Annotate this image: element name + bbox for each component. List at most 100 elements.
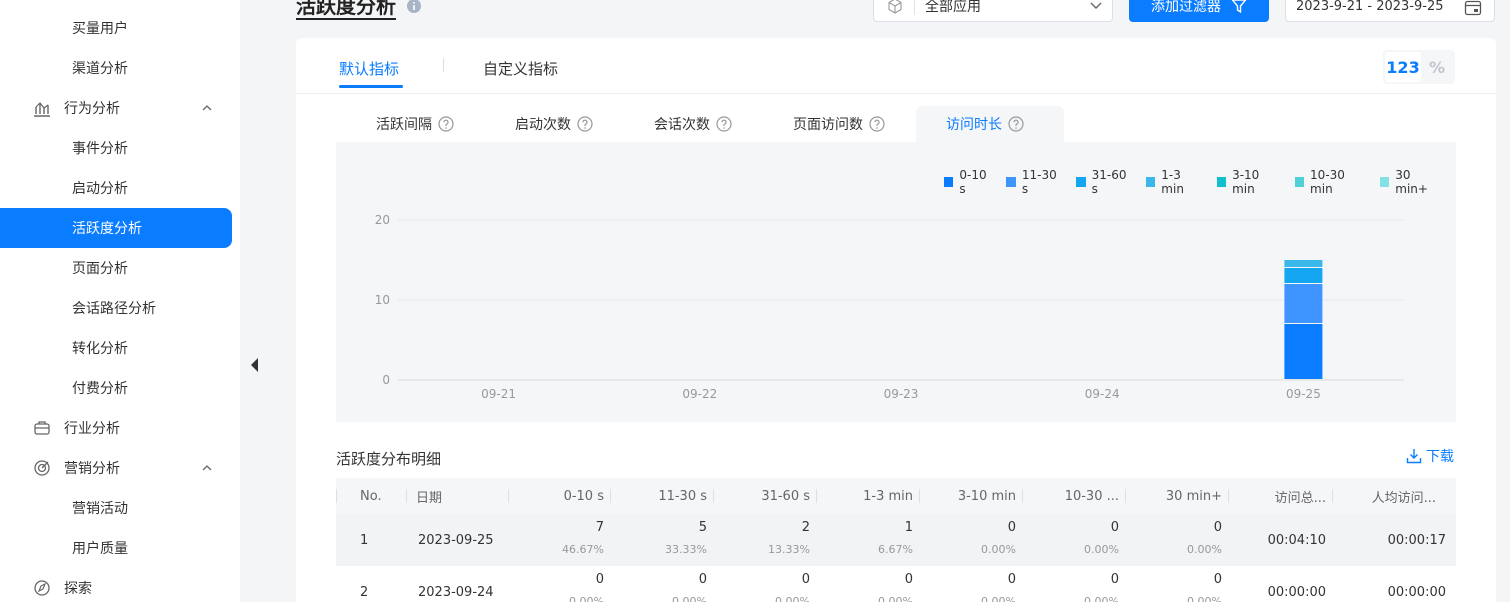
column-header[interactable]: 0-10 s bbox=[508, 478, 610, 514]
table-header-row: No. 日期 0-10 s 11-30 s 31-60 s 1-3 min 3-… bbox=[336, 478, 1456, 514]
column-header[interactable]: 3-10 min bbox=[919, 478, 1022, 514]
sidebar-item-label: 付费分析 bbox=[72, 381, 128, 397]
date-range-picker[interactable]: 2023-9-21 - 2023-9-25 bbox=[1285, 0, 1495, 22]
column-header[interactable]: 11-30 s bbox=[610, 478, 713, 514]
sidebar-group-behavior[interactable]: 行为分析 bbox=[0, 88, 232, 128]
bar-chart-icon bbox=[32, 98, 52, 118]
calendar-icon bbox=[1464, 0, 1482, 16]
x-tick-label: 09-24 bbox=[1085, 387, 1120, 401]
metric-tab-launch-count[interactable]: 启动次数 bbox=[515, 106, 593, 142]
chevron-up-icon bbox=[202, 105, 212, 111]
number-format-button[interactable]: 123 bbox=[1385, 52, 1421, 82]
column-header[interactable]: 人均访问... bbox=[1332, 478, 1456, 514]
metric-tab-label: 启动次数 bbox=[515, 117, 571, 133]
value-cell: 0 0.00% bbox=[919, 514, 1022, 566]
sidebar-item-launch[interactable]: 启动分析 bbox=[0, 168, 232, 208]
add-filter-button[interactable]: 添加过滤器 bbox=[1129, 0, 1269, 22]
metric-tab-active-interval[interactable]: 活跃间隔 bbox=[376, 106, 454, 142]
total-duration: 00:04:10 bbox=[1228, 514, 1332, 566]
sidebar-item-page[interactable]: 页面分析 bbox=[0, 248, 232, 288]
column-header[interactable]: 1-3 min bbox=[816, 478, 919, 514]
sidebar-item-event[interactable]: 事件分析 bbox=[0, 128, 232, 168]
column-header[interactable]: 10-30 ... bbox=[1022, 478, 1125, 514]
industry-icon bbox=[32, 418, 52, 438]
page-title: 活跃度分析 bbox=[296, 0, 396, 20]
row-date: 2023-09-24 bbox=[406, 566, 508, 602]
sidebar-item-channel[interactable]: 渠道分析 bbox=[0, 48, 232, 88]
sidebar-item-activity[interactable]: 活跃度分析 bbox=[0, 208, 232, 248]
value-cell: 0 0.00% bbox=[1125, 514, 1228, 566]
value-cell: 0 0.00% bbox=[1022, 514, 1125, 566]
sidebar-item-conversion[interactable]: 转化分析 bbox=[0, 328, 232, 368]
metric-type-tabs: 默认指标 自定义指标 123 % bbox=[296, 38, 1496, 94]
download-button[interactable]: 下载 bbox=[1406, 446, 1454, 466]
column-header[interactable]: No. bbox=[336, 478, 406, 514]
tab-default-metrics[interactable]: 默认指标 bbox=[339, 58, 399, 79]
bar-segment bbox=[1284, 268, 1323, 283]
detail-title: 活跃度分布明细 bbox=[336, 450, 442, 468]
marketing-icon bbox=[32, 458, 52, 478]
app-select-value: 全部应用 bbox=[925, 0, 981, 15]
value-cell: 0 0.00% bbox=[713, 566, 816, 602]
sidebar-item-label: 活跃度分析 bbox=[72, 221, 142, 237]
column-header[interactable]: 30 min+ bbox=[1125, 478, 1228, 514]
sidebar-item-label: 探索 bbox=[64, 581, 92, 597]
sidebar-item-label: 营销分析 bbox=[64, 461, 120, 477]
sidebar-item-label: 用户质量 bbox=[72, 541, 128, 557]
sidebar-item-paid-users[interactable]: 买量用户 bbox=[0, 8, 232, 48]
sidebar-item-user-quality[interactable]: 用户质量 bbox=[0, 528, 232, 568]
value-cell: 7 46.67% bbox=[508, 514, 610, 566]
total-duration: 00:00:00 bbox=[1228, 566, 1332, 602]
metric-tab-page-views[interactable]: 页面访问数 bbox=[793, 106, 885, 142]
value-cell: 0 0.00% bbox=[1022, 566, 1125, 602]
help-icon[interactable] bbox=[577, 116, 593, 132]
info-icon[interactable] bbox=[406, 0, 422, 14]
sidebar-item-campaign[interactable]: 营销活动 bbox=[0, 488, 232, 528]
chart-area: 0-10 s 11-30 s 31-60 s 1-3 min 3-10 min 10-30… bbox=[336, 142, 1456, 422]
y-tick-label: 10 bbox=[375, 293, 390, 307]
column-header[interactable]: 31-60 s bbox=[713, 478, 816, 514]
add-filter-label: 添加过滤器 bbox=[1151, 0, 1221, 15]
tab-custom-metrics[interactable]: 自定义指标 bbox=[483, 58, 558, 79]
sidebar-item-label: 事件分析 bbox=[72, 141, 128, 157]
help-icon[interactable] bbox=[1008, 116, 1024, 132]
row-date: 2023-09-25 bbox=[406, 514, 508, 566]
row-no: 1 bbox=[336, 514, 406, 566]
column-header[interactable]: 日期 bbox=[406, 478, 508, 514]
sidebar-group-marketing[interactable]: 营销分析 bbox=[0, 448, 232, 488]
sidebar-group-explore[interactable]: 探索 bbox=[0, 568, 232, 602]
sidebar-group-industry[interactable]: 行业分析 bbox=[0, 408, 232, 448]
collapse-sidebar-icon[interactable] bbox=[248, 356, 260, 374]
y-tick-label: 0 bbox=[382, 373, 390, 387]
sidebar: 买量用户 渠道分析 行为分析 事件分析 启动分析 活跃度分析 页面分析 会话路径… bbox=[0, 0, 240, 602]
stacked-bar-chart: 0 10 20 09-21 09-22 09-23 09-24 09-25 bbox=[375, 213, 1404, 401]
filter-icon bbox=[1231, 0, 1247, 14]
sidebar-item-label: 营销活动 bbox=[72, 501, 128, 517]
explore-icon bbox=[32, 578, 52, 598]
sidebar-item-payment[interactable]: 付费分析 bbox=[0, 368, 232, 408]
sidebar-item-label: 会话路径分析 bbox=[72, 301, 156, 317]
x-tick-label: 09-25 bbox=[1286, 387, 1321, 401]
value-cell: 0 0.00% bbox=[919, 566, 1022, 602]
y-tick-label: 20 bbox=[375, 213, 390, 227]
percent-format-button[interactable]: % bbox=[1421, 58, 1453, 77]
value-cell: 2 13.33% bbox=[713, 514, 816, 566]
x-tick-label: 09-21 bbox=[481, 387, 516, 401]
download-label: 下载 bbox=[1426, 449, 1454, 465]
value-cell: 0 0.00% bbox=[816, 566, 919, 602]
metric-tab-session-count[interactable]: 会话次数 bbox=[654, 106, 732, 142]
metric-tab-label: 活跃间隔 bbox=[376, 117, 432, 133]
help-icon[interactable] bbox=[716, 116, 732, 132]
help-icon[interactable] bbox=[869, 116, 885, 132]
app-select[interactable]: 全部应用 bbox=[873, 0, 1113, 22]
table-row: 1 2023-09-25 7 46.67% 5 33.33% 2 13.33% 1 6.… bbox=[336, 514, 1456, 566]
sidebar-item-label: 转化分析 bbox=[72, 341, 128, 357]
sidebar-item-session-path[interactable]: 会话路径分析 bbox=[0, 288, 232, 328]
column-header[interactable]: 访问总... bbox=[1228, 478, 1332, 514]
chevron-down-icon bbox=[1090, 2, 1102, 9]
metric-tab-visit-duration[interactable]: 访问时长 bbox=[916, 106, 1064, 142]
metric-tab-label: 会话次数 bbox=[654, 117, 710, 133]
x-tick-label: 09-22 bbox=[682, 387, 717, 401]
metric-tab-label: 页面访问数 bbox=[793, 117, 863, 133]
help-icon[interactable] bbox=[438, 116, 454, 132]
